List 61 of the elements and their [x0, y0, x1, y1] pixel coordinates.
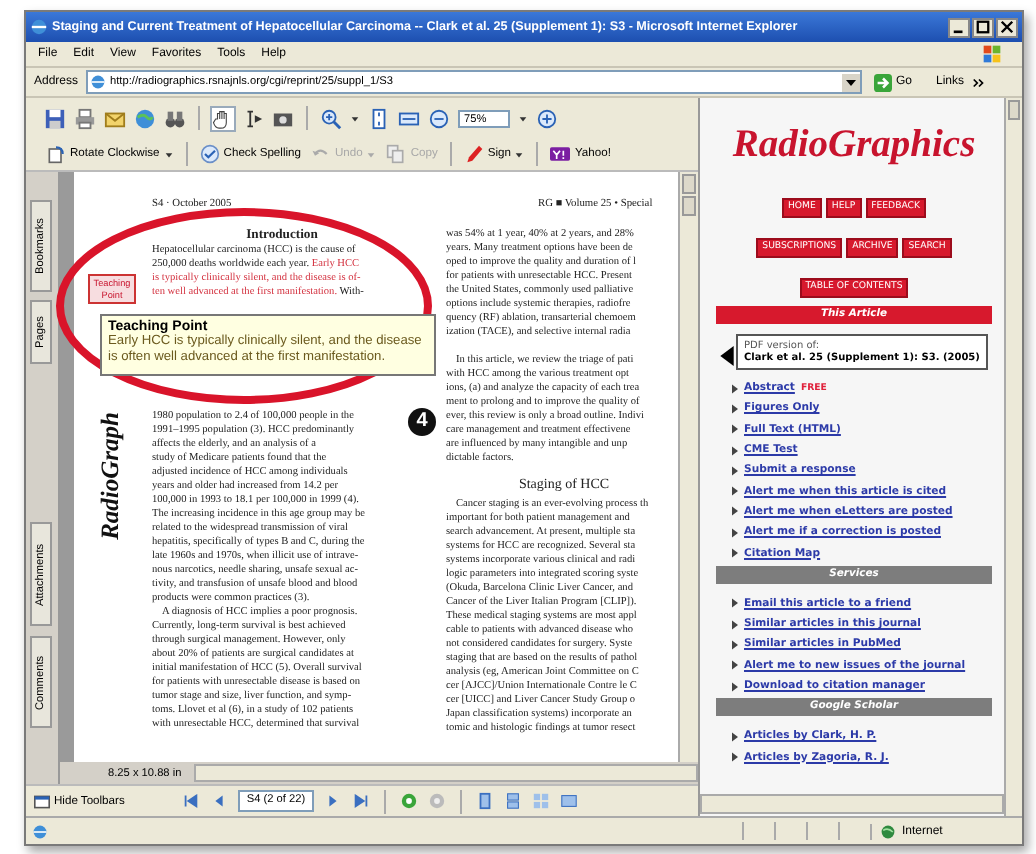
zoom-out-icon[interactable] — [428, 107, 450, 129]
scrollbar[interactable] — [1004, 98, 1022, 816]
yahoo-icon — [550, 144, 571, 164]
bullet-icon — [732, 424, 738, 435]
bullet-icon — [732, 465, 738, 476]
journal-spine-title: RadioGraph — [94, 412, 126, 540]
minimize-button[interactable] — [948, 17, 970, 37]
fit-width-icon[interactable] — [398, 107, 420, 129]
bullet-icon — [732, 752, 738, 763]
close-button[interactable] — [996, 17, 1018, 37]
continuous-page-icon[interactable] — [503, 792, 522, 810]
bullet-icon — [732, 486, 738, 497]
scrollbar[interactable] — [678, 172, 698, 762]
bullet-icon — [732, 383, 738, 394]
globe-icon — [880, 823, 896, 839]
facing-continuous-icon[interactable] — [559, 792, 578, 810]
journal-logo: RadioGraphics — [730, 122, 978, 170]
text-select-icon[interactable] — [242, 107, 264, 129]
bullet-icon — [732, 506, 738, 517]
window-icon — [34, 793, 50, 809]
rotate-icon — [46, 144, 66, 164]
go-back-icon[interactable] — [399, 792, 418, 810]
spell-check-icon — [199, 144, 220, 164]
next-page-icon[interactable] — [323, 792, 342, 810]
copy-icon — [386, 144, 407, 164]
bullet-icon — [732, 731, 738, 742]
pen-icon — [463, 144, 484, 164]
caret-icon[interactable] — [350, 113, 360, 123]
pointer-icon — [720, 346, 734, 366]
dropdown-icon[interactable] — [841, 73, 860, 91]
globe-icon[interactable] — [134, 107, 156, 129]
scrollbar[interactable] — [193, 764, 698, 782]
bullet-icon — [732, 619, 738, 630]
single-page-icon[interactable] — [475, 792, 494, 810]
first-page-icon[interactable] — [182, 792, 201, 810]
email-icon[interactable] — [104, 107, 126, 129]
scrollbar[interactable] — [700, 794, 1004, 814]
previous-page-icon[interactable] — [210, 792, 229, 810]
bullet-icon — [732, 445, 738, 456]
flag-logo-icon — [982, 44, 1002, 64]
bullet-icon — [732, 660, 738, 671]
zoom-in-icon[interactable] — [320, 107, 342, 129]
binoculars-icon[interactable] — [164, 107, 186, 129]
fit-page-icon[interactable] — [368, 107, 390, 129]
zoom-plus-icon[interactable] — [536, 107, 558, 129]
arrow-icon — [873, 73, 892, 91]
close-icon — [1000, 20, 1014, 34]
last-page-icon[interactable] — [351, 792, 370, 810]
bullet-icon — [732, 598, 738, 609]
bullet-icon — [732, 403, 738, 414]
bullet-icon — [732, 639, 738, 650]
chevron-icon[interactable] — [972, 75, 986, 89]
caret-icon[interactable] — [518, 113, 528, 123]
save-icon[interactable] — [44, 107, 66, 129]
print-icon[interactable] — [74, 107, 96, 129]
hand-icon[interactable] — [212, 107, 234, 129]
maximize-button[interactable] — [972, 17, 994, 37]
bullet-icon — [732, 548, 738, 559]
bullet-icon — [732, 681, 738, 691]
bullet-icon — [732, 527, 738, 538]
maximize-icon — [976, 20, 990, 34]
